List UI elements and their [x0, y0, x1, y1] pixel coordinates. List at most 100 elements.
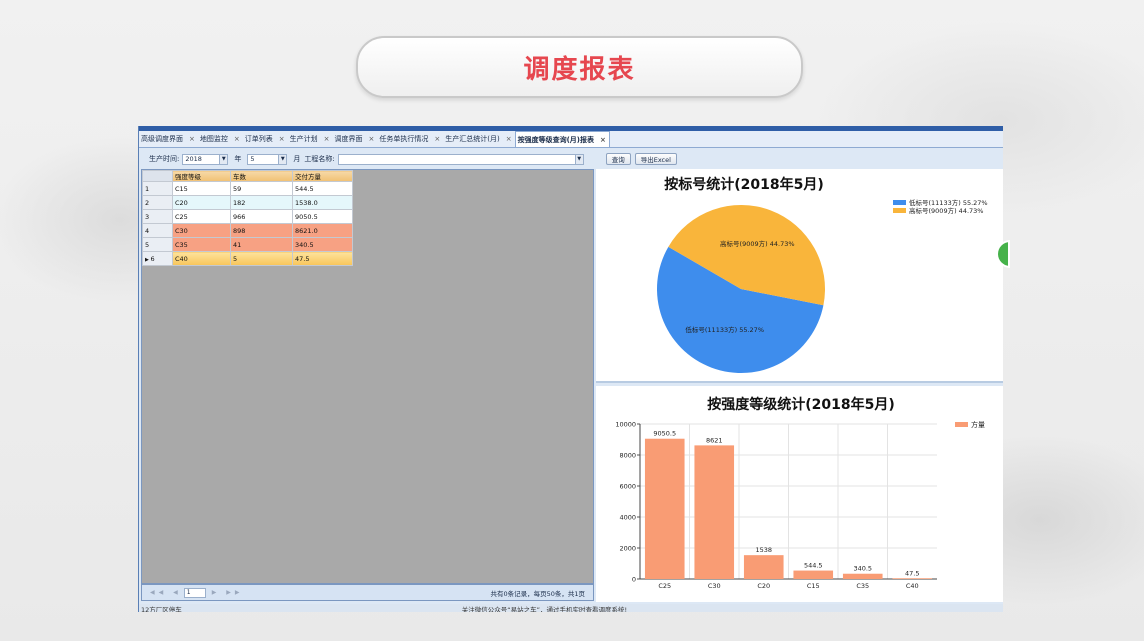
pie-slice-label: 低标号(11133方) 55.27% [685, 325, 764, 334]
table-row[interactable]: ▶ 6 C40 5 47.5 [142, 251, 353, 266]
pie-legend-label: 低标号(11133方) 55.27% [909, 198, 988, 207]
row-index: 5 [145, 240, 150, 249]
table-row[interactable]: 5 C35 41 340.5 [142, 237, 353, 252]
row-index: 1 [145, 184, 150, 193]
status-bar: 12方厂区停车 关注微信公众号“易站之车”，通过手机实时查看调度系统! [139, 604, 1003, 612]
tab-2[interactable]: 订单列表 × [243, 134, 288, 144]
query-toolbar: 生产时间: 2018 ▼ 年 5 ▼ 月 工程名称: ▼ 查询 导出Excel [139, 150, 1003, 168]
table-row[interactable]: 1 C15 59 544.5 [142, 181, 353, 196]
volume-cell[interactable]: 9050.5 [292, 209, 353, 224]
grid-header-volume[interactable]: 交付方量 [292, 170, 353, 182]
year-select[interactable]: 2018 ▼ [182, 153, 229, 165]
tab-4[interactable]: 调度界面 × [333, 134, 378, 144]
tab-0[interactable]: 高级调度界面 × [139, 134, 198, 144]
grade-cell[interactable]: C20 [172, 195, 231, 210]
grade-cell[interactable]: C25 [172, 209, 231, 224]
bar-x-tick-label: C40 [906, 582, 919, 590]
volume-cell[interactable]: 340.5 [292, 237, 353, 252]
close-icon[interactable]: × [234, 135, 240, 143]
trucks-cell[interactable]: 41 [230, 237, 293, 252]
chevron-down-icon[interactable]: ▼ [219, 154, 228, 164]
project-name-label: 工程名称: [304, 155, 335, 163]
trucks-cell[interactable]: 59 [230, 181, 293, 196]
row-index: 4 [145, 226, 150, 235]
tab-label: 任务单执行情况 [379, 135, 429, 143]
pie-chart-panel: 按标号统计(2018年5月) 低标号(11133方) 55.27% 高标号(9009… [596, 169, 1003, 383]
tab-1[interactable]: 地图监控 × [198, 134, 243, 144]
page-number-input[interactable]: 1 [183, 587, 206, 598]
pager-info: 共有0条记录，每页50条，共1页 [490, 589, 585, 598]
row-header[interactable]: 4 [142, 223, 173, 238]
tab-strip: 高级调度界面 × 地图监控 × 订单列表 × 生产计划 × 调度界面 × 任务单执行情况 × 生产汇总统… [139, 131, 1003, 148]
table-row[interactable]: 4 C30 898 8621.0 [142, 223, 353, 238]
bar [694, 445, 735, 579]
tab-5[interactable]: 任务单执行情况 × [377, 134, 443, 144]
row-header[interactable]: 3 [142, 209, 173, 224]
close-icon[interactable]: × [506, 135, 512, 143]
month-select[interactable]: 5 ▼ [247, 153, 288, 165]
tab-label: 按强度等级查询(月)报表 [517, 135, 594, 144]
close-icon[interactable]: × [189, 135, 195, 143]
row-header[interactable]: 5 [142, 237, 173, 252]
bar-x-tick-label: C15 [807, 582, 820, 590]
bar-data-label: 8621 [706, 436, 723, 444]
tab-label: 高级调度界面 [141, 135, 183, 143]
trucks-cell[interactable]: 5 [230, 251, 293, 266]
row-header[interactable]: ▶ 6 [142, 251, 173, 266]
grade-cell[interactable]: C30 [172, 223, 231, 238]
bar-chart-panel: 按强度等级统计(2018年5月) 0 2000 4000 6000 8000 10000 90… [596, 386, 1003, 602]
trucks-cell[interactable]: 966 [230, 209, 293, 224]
bar-y-tick-label: 0 [632, 576, 636, 584]
bar [793, 570, 834, 579]
table-row[interactable]: 3 C25 966 9050.5 [142, 209, 353, 224]
volume-cell[interactable]: 47.5 [292, 251, 353, 266]
volume-cell[interactable]: 1538.0 [292, 195, 353, 210]
pager-nav-next-last-icon[interactable]: ▶ ▶▶ [212, 589, 244, 596]
trucks-cell[interactable]: 898 [230, 223, 293, 238]
data-grid-panel: 强度等级 车数 交付方量 1 C15 59 544.5 2 C20 182 1538.0 3 C2… [141, 169, 594, 584]
grade-cell[interactable]: C35 [172, 237, 231, 252]
close-icon[interactable]: × [324, 135, 330, 143]
bar-data-label: 47.5 [905, 569, 919, 577]
bar-data-label: 1538 [755, 546, 772, 554]
grade-cell[interactable]: C40 [172, 251, 231, 266]
close-icon[interactable]: × [434, 135, 440, 143]
close-icon[interactable]: × [600, 136, 606, 144]
grade-cell[interactable]: C15 [172, 181, 231, 196]
tab-6[interactable]: 生产汇总统计(月) × [443, 134, 514, 144]
status-left: 12方厂区停车 [141, 606, 182, 612]
tab-label: 调度界面 [334, 135, 363, 143]
bar-legend-swatch [955, 422, 968, 427]
chevron-down-icon[interactable]: ▼ [278, 154, 287, 164]
pie-chart: 按标号统计(2018年5月)低标号(11133方) 55.27%高标号(9009… [657, 176, 988, 373]
bar [842, 573, 883, 579]
row-index: 2 [145, 198, 150, 207]
table-row[interactable]: 2 C20 182 1538.0 [142, 195, 353, 210]
chevron-down-icon[interactable]: ▼ [574, 154, 583, 164]
pie-legend-label: 高标号(9009方) 44.73% [909, 206, 983, 215]
bar [743, 555, 784, 579]
project-name-select[interactable]: ▼ [337, 153, 584, 165]
volume-cell[interactable]: 544.5 [292, 181, 353, 196]
close-icon[interactable]: × [279, 135, 285, 143]
month-select-value: 5 [250, 155, 255, 163]
tab-3[interactable]: 生产计划 × [288, 134, 333, 144]
close-icon[interactable]: × [369, 135, 375, 143]
pie-legend-swatch [893, 200, 906, 205]
export-excel-button[interactable]: 导出Excel [634, 153, 677, 165]
row-header[interactable]: 1 [142, 181, 173, 196]
bar-data-label: 340.5 [853, 565, 872, 573]
app-window: 高级调度界面 × 地图监控 × 订单列表 × 生产计划 × 调度界面 × 任务单执行情况 × 生产汇总统… [138, 126, 1003, 612]
pager-bar: ◀◀ ◀ 1 ▶ ▶▶ 共有0条记录，每页50条，共1页 [141, 584, 594, 601]
tab-label: 订单列表 [244, 135, 273, 143]
tab-7[interactable]: 按强度等级查询(月)报表 × [514, 131, 610, 147]
row-header[interactable]: 2 [142, 195, 173, 210]
pager-nav-first-prev-icon[interactable]: ◀◀ ◀ [150, 589, 182, 596]
grid-header-trucks[interactable]: 车数 [230, 170, 293, 182]
grid-corner-header [142, 170, 173, 182]
volume-cell[interactable]: 8621.0 [292, 223, 353, 238]
query-button[interactable]: 查询 [605, 153, 631, 165]
trucks-cell[interactable]: 182 [230, 195, 293, 210]
grid-header-grade[interactable]: 强度等级 [172, 170, 231, 182]
year-select-value: 2018 [185, 155, 202, 163]
